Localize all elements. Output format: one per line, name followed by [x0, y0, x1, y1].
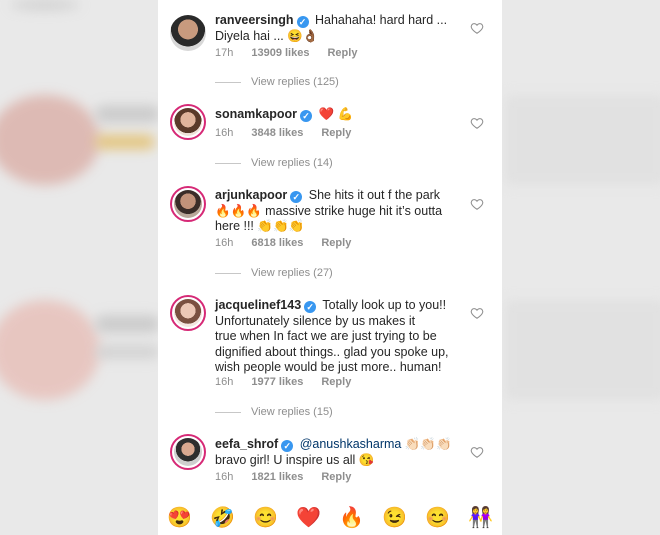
- timestamp: 16h: [215, 471, 234, 483]
- avatar[interactable]: [170, 15, 206, 51]
- heart-eyes-emoji-button[interactable]: 😍: [167, 505, 192, 530]
- verified-badge-icon: ✓: [296, 16, 309, 28]
- comment-meta: 16h 1821 likes Reply: [215, 471, 351, 483]
- background-blur: [10, 0, 80, 10]
- heart-emoji-button[interactable]: ❤️: [296, 505, 321, 530]
- timestamp: 16h: [215, 237, 234, 249]
- comment-body: wish people would be just more.. human!: [215, 360, 442, 374]
- divider: [215, 162, 241, 164]
- background-blur: [505, 300, 660, 400]
- avatar[interactable]: [170, 104, 206, 140]
- username[interactable]: arjunkapoor: [215, 188, 287, 202]
- verified-badge-icon: ✓: [290, 191, 303, 203]
- wink-emoji-button[interactable]: 😉: [382, 505, 407, 530]
- likes-count[interactable]: 1977 likes: [251, 376, 303, 388]
- likes-count[interactable]: 1821 likes: [251, 471, 303, 483]
- verified-badge-icon: ✓: [304, 301, 317, 313]
- mention-link[interactable]: @anushkasharma: [300, 437, 402, 451]
- heart-outline-icon[interactable]: [470, 306, 484, 320]
- comment-meta: 17h 13909 likes Reply: [215, 47, 357, 59]
- username[interactable]: sonamkapoor: [215, 107, 297, 121]
- background-blur: [95, 105, 160, 123]
- avatar-image: [174, 190, 202, 218]
- comment-meta: 16h 3848 likes Reply: [215, 127, 351, 139]
- verified-badge-icon: ✓: [299, 110, 312, 122]
- women-holding-hands-emoji-button[interactable]: 👭: [468, 505, 493, 530]
- rofl-emoji-button[interactable]: 🤣: [210, 505, 235, 530]
- comment-text: arjunkapoor ✓ She hits it out f the park …: [215, 188, 460, 235]
- comment-meta: 16h 1977 likes Reply: [215, 376, 351, 388]
- comment-text: jacquelinef143 ✓ Totally look up to you!!…: [215, 298, 460, 376]
- view-replies-button[interactable]: View replies (14): [215, 157, 333, 169]
- timestamp: 16h: [215, 376, 234, 388]
- fire-emoji-button[interactable]: 🔥: [339, 505, 364, 530]
- avatar-image: [174, 108, 202, 136]
- divider: [215, 81, 241, 83]
- heart-outline-icon[interactable]: [470, 21, 484, 35]
- timestamp: 17h: [215, 47, 234, 59]
- view-replies-button[interactable]: View replies (15): [215, 406, 333, 418]
- avatar[interactable]: [170, 434, 206, 470]
- reply-button[interactable]: Reply: [321, 376, 351, 388]
- comment-body: dignified about things.. glad you spoke …: [215, 344, 449, 359]
- comment-body: 👏🏻👏🏻👏🏻: [404, 437, 452, 451]
- comment-body: true when In fact we are just trying to …: [215, 329, 437, 343]
- comment-text: ranveersingh ✓ Hahahaha! hard hard ... Di…: [215, 13, 460, 44]
- comment-body: 🔥🔥🔥 massive strike huge hit it’s outta: [215, 203, 443, 218]
- background-blur: [505, 95, 660, 185]
- comment-text: sonamkapoor ✓ ❤️ 💪: [215, 107, 460, 123]
- likes-count[interactable]: 6818 likes: [251, 237, 303, 249]
- comment-text: eefa_shrof ✓ @anushkasharma 👏🏻👏🏻👏🏻 bravo …: [215, 437, 460, 468]
- comment-body: Hahahaha! hard hard ...: [315, 13, 448, 27]
- likes-count[interactable]: 13909 likes: [251, 47, 309, 59]
- comment-body: Totally look up to you!!: [322, 298, 447, 312]
- avatar[interactable]: [170, 186, 206, 222]
- comment-body: She hits it out f the park: [308, 188, 441, 202]
- view-replies-label: View replies (125): [251, 76, 339, 88]
- username[interactable]: eefa_shrof: [215, 437, 278, 451]
- divider: [215, 272, 241, 274]
- emoji-reaction-bar: 😍 🤣 😊 ❤️ 🔥 😉 😊 👭: [158, 500, 502, 535]
- smile-emoji-button[interactable]: 😊: [253, 505, 278, 530]
- username[interactable]: jacquelinef143: [215, 298, 301, 312]
- background-blur: [0, 95, 100, 185]
- background-blur: [0, 300, 100, 400]
- reply-button[interactable]: Reply: [321, 127, 351, 139]
- avatar-image: [174, 299, 202, 327]
- avatar-image: [174, 438, 202, 466]
- reply-button[interactable]: Reply: [321, 237, 351, 249]
- comments-panel: ranveersingh ✓ Hahahaha! hard hard ... Di…: [158, 0, 502, 535]
- view-replies-button[interactable]: View replies (125): [215, 76, 339, 88]
- blush-emoji-button[interactable]: 😊: [425, 505, 450, 530]
- comment-body: ❤️ 💪: [318, 107, 354, 121]
- view-replies-label: View replies (27): [251, 267, 333, 279]
- avatar[interactable]: [170, 295, 206, 331]
- view-replies-button[interactable]: View replies (27): [215, 267, 333, 279]
- comment-body: Diyela hai ... 😆👌🏾: [215, 28, 319, 43]
- comment-body: bravo girl! U inspire us all 😘: [215, 452, 375, 467]
- heart-outline-icon[interactable]: [470, 197, 484, 211]
- likes-count[interactable]: 3848 likes: [251, 127, 303, 139]
- background-blur: [95, 135, 155, 149]
- reply-button[interactable]: Reply: [321, 471, 351, 483]
- background-blur: [95, 345, 160, 359]
- reply-button[interactable]: Reply: [327, 47, 357, 59]
- heart-outline-icon[interactable]: [470, 116, 484, 130]
- background-blur: [95, 315, 160, 333]
- heart-outline-icon[interactable]: [470, 445, 484, 459]
- verified-badge-icon: ✓: [281, 440, 294, 452]
- view-replies-label: View replies (15): [251, 406, 333, 418]
- divider: [215, 411, 241, 413]
- view-replies-label: View replies (14): [251, 157, 333, 169]
- username[interactable]: ranveersingh: [215, 13, 294, 27]
- timestamp: 16h: [215, 127, 234, 139]
- comment-body: here !!! 👏👏👏: [215, 219, 305, 233]
- comment-body: Unfortunately silence by us makes it: [215, 313, 416, 328]
- comment-meta: 16h 6818 likes Reply: [215, 237, 351, 249]
